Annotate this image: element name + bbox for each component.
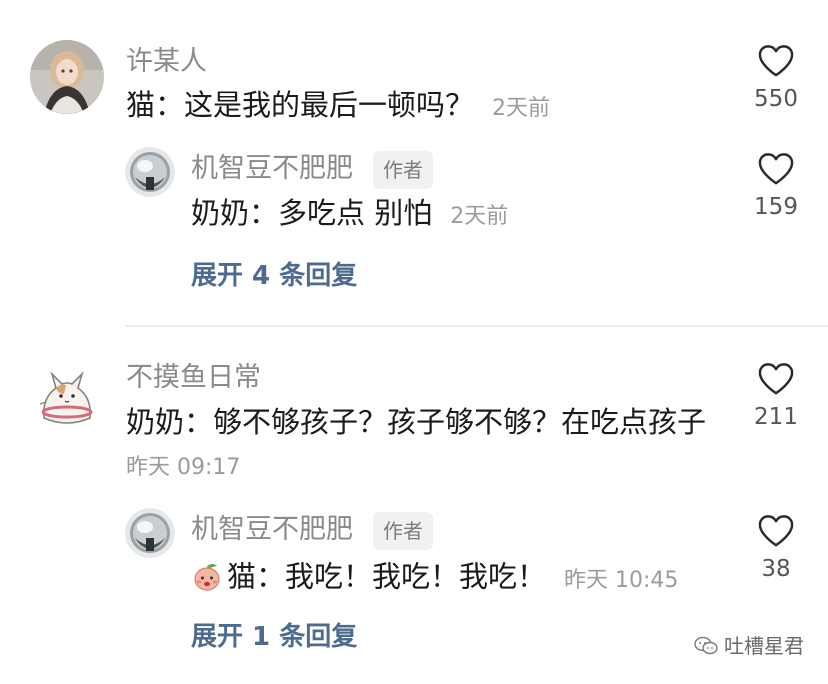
heart-outline-icon bbox=[758, 45, 794, 77]
comment-text: 猫：这是我的最后一顿吗？ 2天前 bbox=[126, 91, 550, 120]
expand-replies-link[interactable]: 展开 4 条回复 bbox=[191, 263, 357, 289]
like-count: 211 bbox=[754, 404, 798, 430]
heart-outline-icon bbox=[758, 153, 794, 185]
reply-time: 昨天 10:45 bbox=[564, 567, 679, 593]
avatar[interactable] bbox=[30, 40, 104, 114]
like-count: 159 bbox=[754, 194, 798, 220]
author-badge: 作者 bbox=[373, 512, 433, 550]
avatar[interactable] bbox=[30, 358, 104, 432]
like-count: 550 bbox=[754, 86, 798, 112]
chrome-ball-avatar-icon bbox=[125, 147, 175, 197]
comment-text-body: 猫：这是我的最后一顿吗？ bbox=[126, 88, 475, 122]
comment-time: 昨天 09:17 bbox=[126, 455, 241, 480]
comment-time: 2天前 bbox=[492, 96, 551, 121]
avatar[interactable] bbox=[125, 147, 175, 197]
comment-text: 奶奶：够不够孩子？孩子够不够？在吃点孩子 bbox=[126, 405, 707, 439]
reply-text-body: 猫：我吃！我吃！我吃！ bbox=[227, 559, 547, 594]
wechat-icon bbox=[694, 636, 718, 659]
comment-username[interactable]: 不摸鱼日常 bbox=[126, 364, 261, 391]
reply-text: 奶奶：多吃点 别怕 2天前 bbox=[191, 199, 508, 228]
reply-text: 猫：我吃！我吃！我吃！ 昨天 10:45 bbox=[191, 560, 678, 597]
avatar[interactable] bbox=[125, 508, 175, 558]
reply-time: 2天前 bbox=[450, 204, 509, 229]
reply-username[interactable]: 机智豆不肥肥 bbox=[191, 155, 353, 182]
like-count: 38 bbox=[761, 556, 791, 582]
reply-username[interactable]: 机智豆不肥肥 bbox=[191, 516, 353, 543]
heart-outline-icon bbox=[758, 515, 794, 547]
heart-outline-icon bbox=[758, 363, 794, 395]
divider bbox=[126, 325, 828, 327]
like-button[interactable]: 38 bbox=[735, 514, 817, 581]
like-button[interactable]: 159 bbox=[735, 152, 817, 219]
cartoon-cat-avatar-icon bbox=[30, 358, 104, 432]
like-button[interactable]: 550 bbox=[735, 44, 817, 111]
like-button[interactable]: 211 bbox=[735, 362, 817, 429]
chrome-ball-avatar-icon bbox=[125, 508, 175, 558]
comment-username[interactable]: 许某人 bbox=[126, 48, 207, 75]
peach-face-emoji-icon bbox=[191, 560, 223, 597]
expand-replies-link[interactable]: 展开 1 条回复 bbox=[191, 624, 357, 650]
watermark-text: 吐槽星君 bbox=[724, 634, 804, 658]
girl-photo-avatar-icon bbox=[30, 40, 104, 114]
author-badge: 作者 bbox=[373, 151, 433, 189]
watermark: 吐槽星君 bbox=[694, 636, 804, 659]
reply-text-body: 奶奶：多吃点 别怕 bbox=[191, 196, 433, 230]
